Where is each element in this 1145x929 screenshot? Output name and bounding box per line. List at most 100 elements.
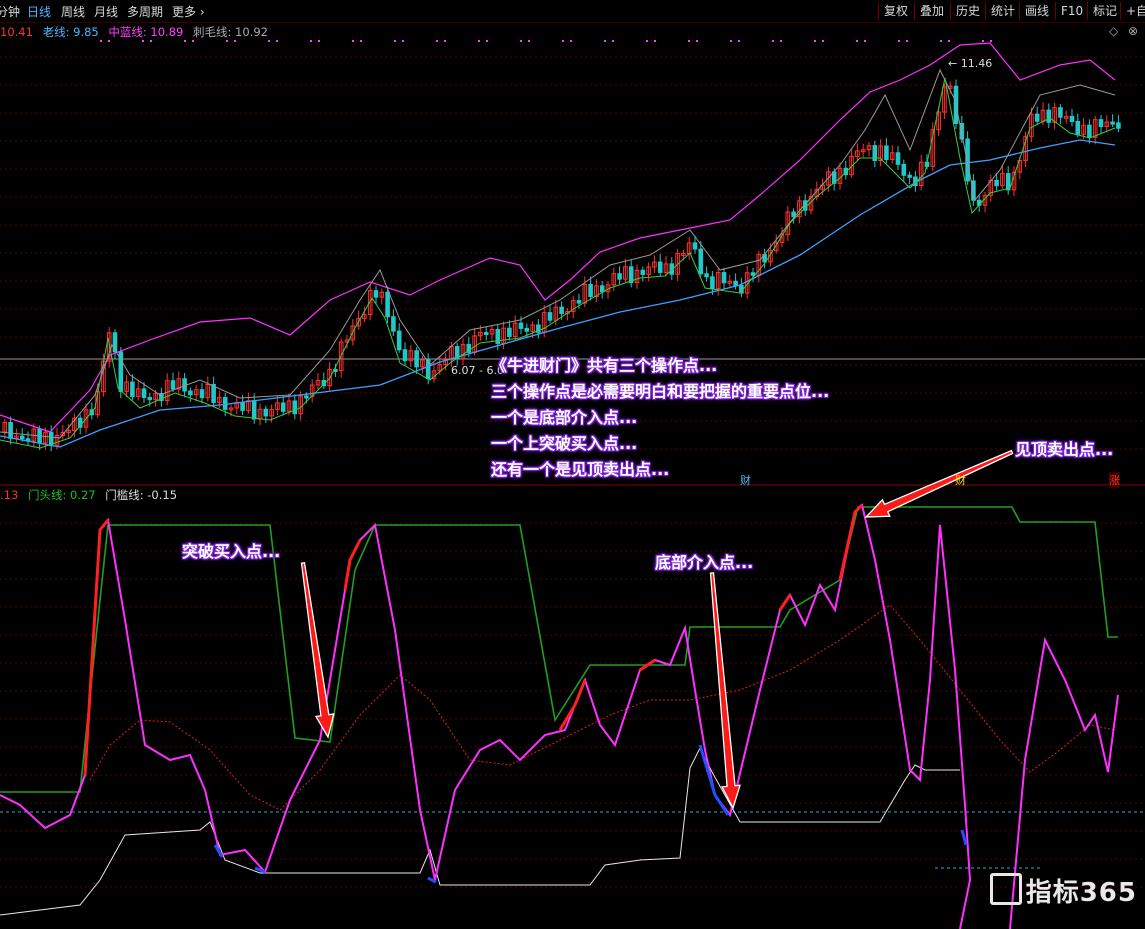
event-dot [402,40,404,42]
candle-body [1058,107,1063,118]
indicator-first-value: .13 [0,488,19,502]
event-dot [276,40,278,42]
candle-body [710,276,715,290]
legend-door-head-line: 门头线: 0.27 [27,488,96,502]
candle-body [385,291,390,318]
candle-body [599,285,605,293]
indicator-lines [0,503,1145,929]
candle-body [292,400,298,415]
event-dot [520,40,522,42]
tab-daily[interactable]: 日线 [27,3,51,20]
draw-line-button[interactable]: 画线 [1019,2,1054,20]
mark-button[interactable]: 标记 [1087,2,1122,20]
legend-first-value: 10.41 [0,25,33,39]
candle-body [698,248,704,275]
event-dot [108,40,110,42]
candle-body [733,280,738,286]
event-dot [646,40,648,42]
f10-button[interactable]: F10 [1055,2,1088,20]
candle-body [994,179,999,187]
candle-body [112,332,118,353]
event-dot [478,40,480,42]
tab-weekly[interactable]: 周线 [61,3,85,20]
event-dot [570,40,572,42]
restore-rights-button[interactable]: 复权 [878,2,913,20]
candle-body [1098,119,1104,128]
event-dot [696,40,698,42]
candle-body [414,350,419,368]
candle-body [391,316,396,332]
statistics-button[interactable]: 统计 [985,2,1020,20]
event-mark-finance-2[interactable]: 财 [955,472,966,488]
candle-body [1069,115,1075,122]
event-dot [688,40,690,42]
candle-body [547,312,553,321]
event-dot [940,40,942,42]
candle-body [907,174,912,178]
legend-burr-line: 刺毛线: 10.92 [193,25,268,39]
candle-body [721,272,727,284]
bottom-segment [960,829,968,846]
candle-body [402,349,408,362]
candle-body [518,322,524,329]
event-dot [360,40,362,42]
event-dot [814,40,816,42]
candle-body [251,400,257,420]
event-dot [898,40,900,42]
event-dot [562,40,564,42]
candle-body [524,327,530,332]
candle-body [373,290,379,298]
tab-more[interactable]: 更多 › [172,3,205,20]
event-dot [990,40,992,42]
event-dot [142,40,144,42]
collapse-icon[interactable]: ⊗ [1128,24,1138,38]
candle-body [263,408,269,417]
event-dot [780,40,782,42]
diamond-icon[interactable]: ◇ [1109,24,1118,38]
overlay-button[interactable]: 叠加 [914,2,949,20]
candle-body [222,396,228,410]
event-dot [226,40,228,42]
candle-body [1005,173,1011,191]
event-dot [738,40,740,42]
annotation-line-5: 还有一个是见顶卖出点... [491,460,670,479]
event-dot [654,40,656,42]
event-dot [352,40,354,42]
main-annotation: 《牛进财门》共有三个操作点... 三个操作点是必需要明白和要把握的重要点位...… [491,353,829,483]
zhibiao365-logo: 指标365 [989,872,1137,909]
legend-mid-blue-line: 中蓝线: 10.89 [108,25,184,39]
rising-segment [778,594,792,611]
breakout-buy-arrow [300,562,335,739]
event-dot [436,40,438,42]
event-dot [604,40,606,42]
candle-body [147,396,153,401]
event-mark-rise[interactable]: 涨 [1109,472,1120,488]
custom-button[interactable]: +自 [1120,2,1145,20]
candle-body [19,435,25,440]
signal-dotted-line [89,604,1116,811]
candle-body [141,388,147,398]
candle-body [617,273,622,280]
candle-body [507,327,512,337]
tab-minute[interactable]: 分钟 [0,3,20,20]
event-dot [192,40,194,42]
tab-multi-period[interactable]: 多周期 [127,3,163,20]
candle-body [304,395,309,399]
top-sell-label: 见顶卖出点... [1015,440,1114,459]
high-price-label: ← 11.46 [948,57,993,70]
candle-body [901,163,907,176]
rising-segment [838,503,864,581]
candle-body [704,273,709,278]
legend-threshold-line: 门槛线: -0.15 [105,488,178,502]
tab-monthly[interactable]: 月线 [94,3,118,20]
candle-body [8,422,13,439]
indicator-legend: .13 门头线: 0.27 门槛线: -0.15 [0,487,183,503]
event-dot [528,40,530,42]
event-dot [906,40,908,42]
history-button[interactable]: 历史 [950,2,985,20]
chevron-right-icon: › [199,5,205,19]
event-dot [612,40,614,42]
candle-body [895,152,901,165]
event-dot [184,40,186,42]
annotation-line-4: 一个上突破买入点... [491,434,638,453]
